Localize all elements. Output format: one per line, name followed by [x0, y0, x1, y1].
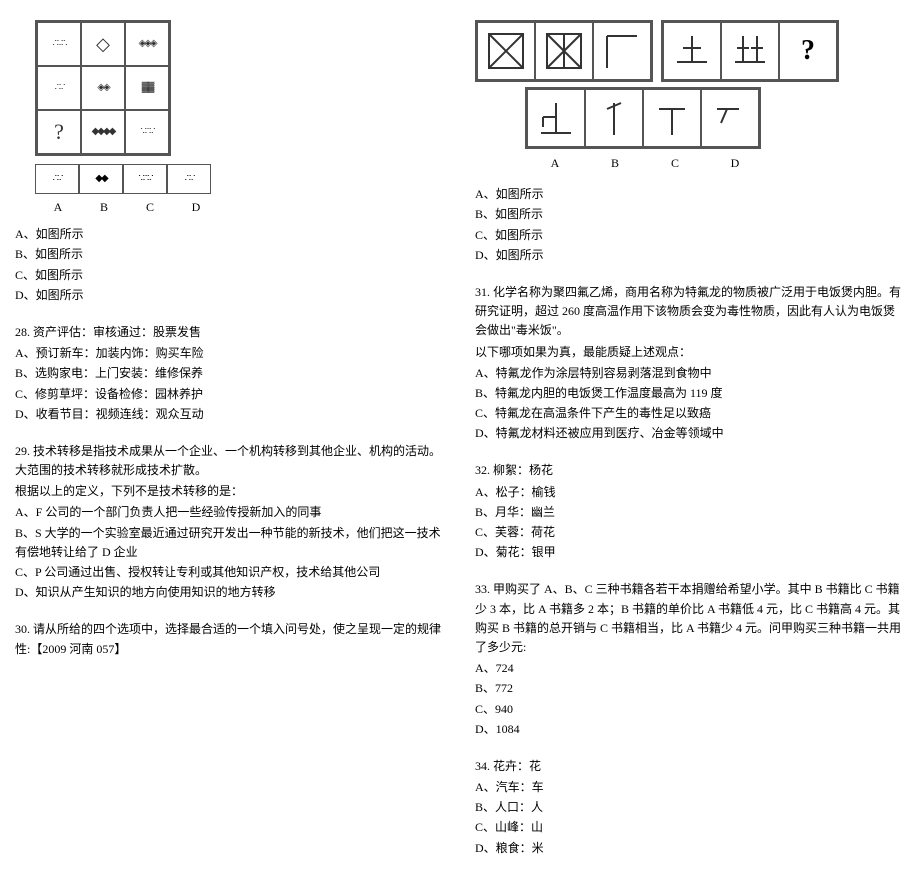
fig-cell — [477, 22, 535, 80]
option-images: ∴∵ ◆◆ ∵∴∵ ∴∵ — [35, 164, 445, 194]
opt-fig-c — [643, 89, 701, 147]
q30-question: ? — [661, 20, 839, 82]
q33-a: A、724 — [475, 659, 905, 678]
q30: 30. 请从所给的四个选项中，选择最合适的一个填入问号处，使之呈现一定的规律性:… — [15, 620, 445, 658]
opt-c: C、如图所示 — [475, 226, 905, 245]
grid-cell: ▓▓ — [125, 66, 169, 110]
option-labels: A B C D — [35, 198, 445, 217]
q28-b: B、选购家电：上门安装：维修保养 — [15, 364, 445, 383]
q34-title: 34. 花卉：花 — [475, 757, 905, 776]
q31: 31. 化学名称为聚四氟乙烯，商用名称为特氟龙的物质被广泛用于电饭煲内胆。有研究… — [475, 283, 905, 444]
q33-c: C、940 — [475, 700, 905, 719]
q31-sub: 以下哪项如果为真，最能质疑上述观点： — [475, 343, 905, 362]
q32-title: 32. 柳絮：杨花 — [475, 461, 905, 480]
q33-b: B、772 — [475, 679, 905, 698]
q33-title: 33. 甲购买了 A、B、C 三种书籍各若干本捐赠给希望小学。其中 B 书籍比 … — [475, 580, 905, 657]
opt-a: A、如图所示 — [475, 185, 905, 204]
q31-title: 31. 化学名称为聚四氟乙烯，商用名称为特氟龙的物质被广泛用于电饭煲内胆。有研究… — [475, 283, 905, 341]
opt-fig-b — [585, 89, 643, 147]
q28-a: A、预订新车：加装内饰：购买车险 — [15, 344, 445, 363]
grid-cell: ◈◈ — [81, 66, 125, 110]
right-column: ? A B C D A、如图所示 B、如图所示 C、如图所示 D、如图所示 — [475, 15, 905, 876]
q33-d: D、1084 — [475, 720, 905, 739]
q33: 33. 甲购买了 A、B、C 三种书籍各若干本捐赠给希望小学。其中 B 书籍比 … — [475, 580, 905, 739]
opt-img-c: ∵∴∵ — [123, 164, 167, 194]
fig-cell: ? — [779, 22, 837, 80]
grid-cell: ◇ — [81, 22, 125, 66]
opt-label: B — [585, 154, 645, 173]
q34-b: B、人口：人 — [475, 798, 905, 817]
opt-fig-d — [701, 89, 759, 147]
opt-label-d: D — [173, 198, 219, 217]
fig-cell — [721, 22, 779, 80]
q31-b: B、特氟龙内胆的电饭煲工作温度最高为 119 度 — [475, 384, 905, 403]
grid-cell: ∴∵∴ — [37, 22, 81, 66]
opt-a: A、如图所示 — [15, 225, 445, 244]
fig-cell — [593, 22, 651, 80]
figure-grid: ∴∵∴ ◇ ◈◈◈ ∴∵ ◈◈ ▓▓ ? ◆◆◆◆ ∵∴∵ — [35, 20, 171, 156]
opt-label: A — [525, 154, 585, 173]
opt-label-a: A — [35, 198, 81, 217]
q32: 32. 柳絮：杨花 A、松子：榆钱 B、月华：幽兰 C、芙蓉：荷花 D、菊花：银… — [475, 461, 905, 562]
q34-a: A、汽车：车 — [475, 778, 905, 797]
q29-c: C、P 公司通过出售、授权转让专利或其他知识产权，技术给其他公司 — [15, 563, 445, 582]
opt-b: B、如图所示 — [15, 245, 445, 264]
q28-d: D、收看节目：视频连线：观众互动 — [15, 405, 445, 424]
q30-opt-labels: A B C D — [525, 154, 905, 173]
opt-label: D — [705, 154, 765, 173]
q30-given — [475, 20, 653, 82]
q30-options: A、如图所示 B、如图所示 C、如图所示 D、如图所示 — [475, 185, 905, 265]
q30-opts — [525, 87, 761, 149]
opt-label-b: B — [81, 198, 127, 217]
grid-cell: ? — [37, 110, 81, 154]
q34-d: D、粮食：米 — [475, 839, 905, 858]
q32-b: B、月华：幽兰 — [475, 503, 905, 522]
left-column: ∴∵∴ ◇ ◈◈◈ ∴∵ ◈◈ ▓▓ ? ◆◆◆◆ ∵∴∵ ∴∵ ◆◆ ∵∴∵ … — [15, 15, 445, 876]
opt-c: C、如图所示 — [15, 266, 445, 285]
opt-img-b: ◆◆ — [79, 164, 123, 194]
q29: 29. 技术转移是指技术成果从一个企业、一个机构转移到其他企业、机构的活动。大范… — [15, 442, 445, 603]
q30-title: 30. 请从所给的四个选项中，选择最合适的一个填入问号处，使之呈现一定的规律性:… — [15, 620, 445, 658]
fig-cell — [535, 22, 593, 80]
q32-a: A、松子：榆钱 — [475, 483, 905, 502]
opt-img-d: ∴∵ — [167, 164, 211, 194]
opt-fig-a — [527, 89, 585, 147]
opt-img-a: ∴∵ — [35, 164, 79, 194]
q27-options: A、如图所示 B、如图所示 C、如图所示 D、如图所示 — [15, 225, 445, 305]
grid-cell: ∵∴∵ — [125, 110, 169, 154]
fig-cell — [663, 22, 721, 80]
opt-label-c: C — [127, 198, 173, 217]
q34-c: C、山峰：山 — [475, 818, 905, 837]
opt-label: C — [645, 154, 705, 173]
opt-b: B、如图所示 — [475, 205, 905, 224]
q28-title: 28. 资产评估：审核通过：股票发售 — [15, 323, 445, 342]
q29-sub: 根据以上的定义，下列不是技术转移的是： — [15, 482, 445, 501]
grid-cell: ◆◆◆◆ — [81, 110, 125, 154]
q29-a: A、F 公司的一个部门负责人把一些经验传授新加入的同事 — [15, 503, 445, 522]
q28-c: C、修剪草坪：设备检修：园林养护 — [15, 385, 445, 404]
q28: 28. 资产评估：审核通过：股票发售 A、预订新车：加装内饰：购买车险 B、选购… — [15, 323, 445, 424]
q34: 34. 花卉：花 A、汽车：车 B、人口：人 C、山峰：山 D、粮食：米 — [475, 757, 905, 858]
opt-d: D、如图所示 — [475, 246, 905, 265]
q29-title: 29. 技术转移是指技术成果从一个企业、一个机构转移到其他企业、机构的活动。大范… — [15, 442, 445, 480]
q29-d: D、知识从产生知识的地方向使用知识的地方转移 — [15, 583, 445, 602]
grid-cell: ∴∵ — [37, 66, 81, 110]
grid-cell: ◈◈◈ — [125, 22, 169, 66]
q31-d: D、特氟龙材料还被应用到医疗、冶金等领域中 — [475, 424, 905, 443]
q32-c: C、芙蓉：荷花 — [475, 523, 905, 542]
opt-d: D、如图所示 — [15, 286, 445, 305]
q30-figures: ? — [475, 20, 905, 82]
q32-d: D、菊花：银甲 — [475, 543, 905, 562]
q29-b: B、S 大学的一个实验室最近通过研究开发出一种节能的新技术，他们把这一技术有偿地… — [15, 524, 445, 562]
q31-a: A、特氟龙作为涂层特别容易剥落混到食物中 — [475, 364, 905, 383]
q31-c: C、特氟龙在高温条件下产生的毒性足以致癌 — [475, 404, 905, 423]
q30-options-figs — [525, 87, 905, 149]
